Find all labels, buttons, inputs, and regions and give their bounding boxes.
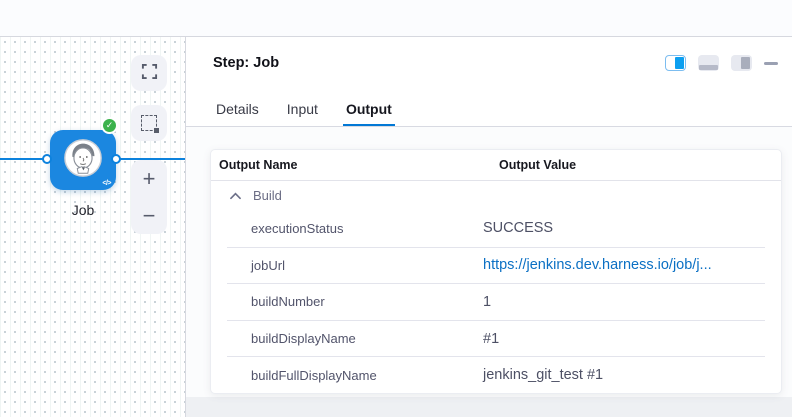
- output-name: executionStatus: [211, 221, 483, 236]
- job-step-node[interactable]: </>: [50, 130, 116, 190]
- tab-bar: Details Input Output: [186, 89, 792, 127]
- step-details-panel: Step: Job Details Input Output Output Na…: [186, 37, 792, 417]
- marquee-select-button[interactable]: [131, 105, 167, 141]
- table-row: buildNumber 1: [227, 283, 765, 320]
- output-value: jenkins_git_test #1: [483, 367, 603, 383]
- output-tab-content: Output Name Output Value Build execution…: [186, 127, 792, 417]
- column-output-name: Output Name: [219, 158, 499, 172]
- right-view-icon[interactable]: [731, 55, 752, 71]
- zoom-out-button[interactable]: −: [131, 197, 167, 234]
- tab-details[interactable]: Details: [213, 91, 262, 126]
- jenkins-icon: [62, 137, 104, 184]
- expand-icon: [141, 63, 158, 83]
- split-view-icon[interactable]: [665, 55, 686, 71]
- output-name: jobUrl: [227, 258, 483, 273]
- table-row: buildDisplayName #1: [227, 320, 765, 357]
- marquee-select-icon: [141, 115, 157, 131]
- zoom-controls: + −: [131, 160, 167, 234]
- code-icon: </>: [102, 180, 111, 187]
- table-row: executionStatus SUCCESS: [211, 210, 781, 247]
- node-label: Job: [38, 202, 128, 218]
- group-row-build: Build: [211, 181, 781, 210]
- panel-title: Step: Job: [213, 55, 279, 71]
- column-output-value: Output Value: [499, 158, 576, 172]
- table-row: buildFullDisplayName jenkins_git_test #1: [227, 356, 765, 393]
- fullscreen-button[interactable]: [131, 55, 167, 91]
- output-value: 1: [483, 294, 491, 310]
- bottom-view-icon[interactable]: [698, 55, 719, 71]
- success-badge-icon: ✓: [101, 117, 118, 134]
- output-value: SUCCESS: [483, 220, 553, 236]
- window-controls: [665, 55, 778, 71]
- table-header: Output Name Output Value: [211, 150, 781, 181]
- chevron-up-icon[interactable]: [226, 187, 244, 205]
- top-bar: [0, 0, 792, 37]
- output-value-link[interactable]: https://jenkins.dev.harness.io/job/j...: [483, 257, 712, 273]
- group-label: Build: [253, 188, 282, 203]
- output-name: buildDisplayName: [227, 331, 483, 346]
- table-row: jobUrl https://jenkins.dev.harness.io/jo…: [227, 247, 765, 284]
- output-variables-card: Output Name Output Value Build execution…: [210, 149, 782, 394]
- output-name: buildNumber: [227, 294, 483, 309]
- output-value: #1: [483, 331, 499, 347]
- node-port-right[interactable]: [111, 154, 121, 164]
- panel-header: Step: Job: [186, 37, 792, 89]
- tab-output[interactable]: Output: [343, 91, 395, 126]
- node-port-left[interactable]: [42, 154, 52, 164]
- zoom-in-button[interactable]: +: [131, 160, 167, 197]
- minimize-icon[interactable]: [764, 62, 778, 65]
- output-name: buildFullDisplayName: [227, 368, 483, 383]
- tab-input[interactable]: Input: [284, 91, 321, 126]
- panel-footer-area: [186, 397, 792, 417]
- pipeline-canvas[interactable]: </> ✓ Job + −: [0, 37, 186, 417]
